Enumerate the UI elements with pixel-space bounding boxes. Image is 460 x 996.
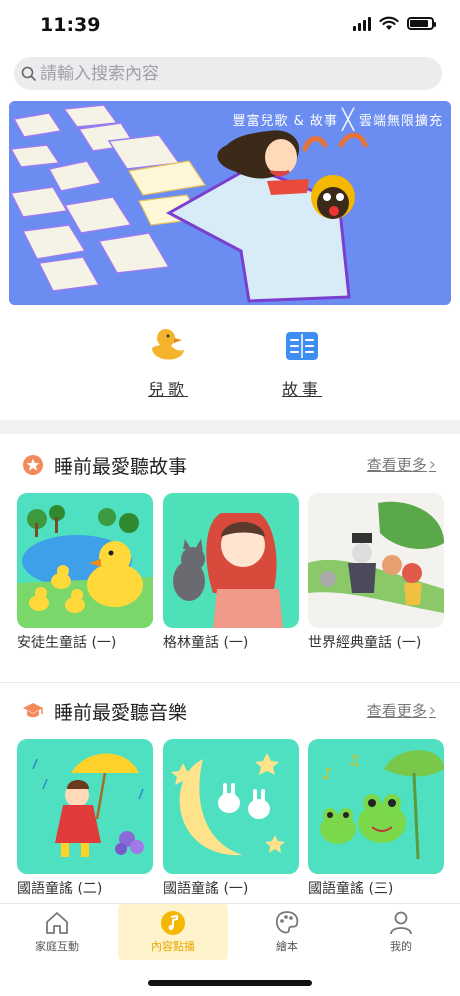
- chevron-right-icon: ›: [428, 454, 436, 475]
- quick-item-songs[interactable]: 兒歌: [128, 326, 208, 400]
- wifi-icon: [379, 16, 399, 30]
- svg-text:♪: ♪: [322, 764, 332, 783]
- palette-icon: [275, 911, 299, 934]
- story-caption: 安徒生童話 (一): [17, 635, 117, 651]
- status-icons: [353, 16, 436, 31]
- search-input[interactable]: [40, 63, 420, 84]
- section-music-title: 睡前最愛聽音樂: [54, 702, 188, 724]
- tab-mine[interactable]: 我的: [346, 904, 456, 960]
- section-music-more-link[interactable]: 查看更多 ›: [367, 700, 436, 721]
- user-icon: [390, 911, 412, 935]
- section-music-header: 睡前最愛聽音樂 查看更多 ›: [0, 691, 460, 731]
- story-thumbnail: [17, 493, 153, 628]
- house-icon: [46, 912, 68, 934]
- music-note-icon: [161, 911, 185, 935]
- graduation-cap-icon: [23, 703, 43, 718]
- music-caption: 國語童謠 (一): [163, 881, 249, 897]
- banner-cross-icon: ╳: [341, 107, 355, 131]
- music-card[interactable]: ♪ ♫ 國語童謠 (三): [308, 739, 444, 898]
- duck-icon: [152, 329, 184, 360]
- tab-family[interactable]: 家庭互動: [2, 904, 112, 960]
- story-card[interactable]: 安徒生童話 (一): [17, 493, 153, 652]
- tab-mine-label: 我的: [390, 940, 412, 953]
- star-badge-icon: [23, 455, 43, 475]
- story-card[interactable]: 世界經典童話 (一): [308, 493, 444, 652]
- tab-content[interactable]: 內容點播: [118, 904, 228, 960]
- section-separator: [0, 682, 460, 683]
- music-caption: 國語童謠 (二): [17, 881, 103, 897]
- quick-categories: 兒歌 故事: [0, 326, 460, 412]
- story-caption: 世界經典童話 (一): [308, 635, 422, 651]
- more-link-label: 查看更多: [366, 456, 427, 474]
- status-bar: 11:39: [0, 0, 460, 50]
- story-thumbnail: [163, 493, 299, 628]
- promo-banner[interactable]: 豐富兒歌 & 故事 ╳ 雲端無限擴充: [9, 101, 451, 305]
- search-icon: [21, 66, 36, 81]
- home-indicator[interactable]: [148, 980, 312, 986]
- battery-icon: [407, 17, 436, 30]
- search-bar[interactable]: [14, 57, 442, 90]
- status-time: 11:39: [40, 14, 101, 36]
- book-icon: [286, 332, 318, 360]
- section-stories-title: 睡前最愛聽故事: [54, 456, 188, 478]
- banner-illustration: [9, 101, 451, 305]
- music-card[interactable]: 國語童謠 (二): [17, 739, 153, 898]
- tab-family-label: 家庭互動: [35, 940, 79, 953]
- section-stories-header: 睡前最愛聽故事 查看更多 ›: [0, 445, 460, 485]
- quick-item-stories-label: 故事: [281, 380, 322, 399]
- banner-left-text: 豐富兒歌 & 故事: [232, 113, 338, 129]
- tab-picture-books[interactable]: 繪本: [232, 904, 342, 960]
- story-caption: 格林童話 (一): [163, 635, 249, 651]
- more-link-label: 查看更多: [366, 702, 427, 720]
- music-card[interactable]: 國語童謠 (一): [163, 739, 299, 898]
- section-stories-more-link[interactable]: 查看更多 ›: [367, 454, 436, 475]
- story-card[interactable]: 格林童話 (一): [163, 493, 299, 652]
- tab-picture-books-label: 繪本: [276, 940, 298, 953]
- chevron-right-icon: ›: [428, 700, 436, 721]
- banner-right-text: 雲端無限擴充: [358, 113, 443, 129]
- quick-item-stories[interactable]: 故事: [262, 326, 342, 400]
- signal-icon: [353, 16, 371, 31]
- tab-content-label: 內容點播: [151, 940, 195, 953]
- music-thumbnail: ♪ ♫: [308, 739, 444, 874]
- music-thumbnail: [17, 739, 153, 874]
- section-divider: [0, 420, 460, 434]
- story-thumbnail: [308, 493, 444, 628]
- banner-slogan: 豐富兒歌 & 故事 ╳ 雲端無限擴充: [233, 107, 443, 131]
- quick-item-songs-label: 兒歌: [147, 380, 188, 399]
- svg-text:♫: ♫: [348, 753, 361, 769]
- music-caption: 國語童謠 (三): [308, 881, 394, 897]
- music-thumbnail: [163, 739, 299, 874]
